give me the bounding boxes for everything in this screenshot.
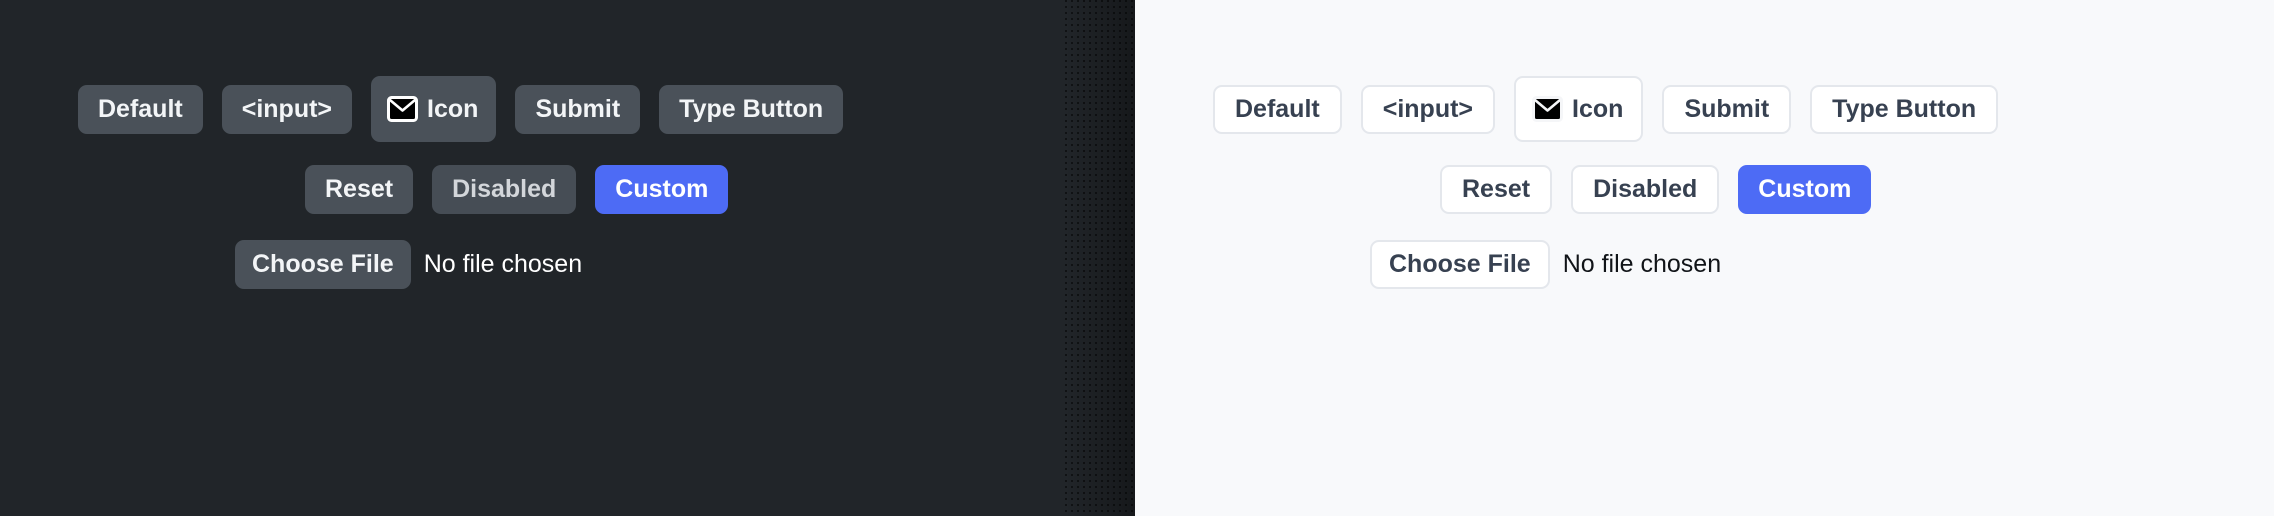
disabled-button: Disabled [1571, 165, 1720, 214]
button-gallery-comparison: Default <input> Icon Submit Type Button … [0, 0, 2274, 516]
custom-button[interactable]: Custom [595, 165, 729, 214]
default-button[interactable]: Default [78, 84, 203, 134]
envelope-icon [387, 96, 419, 122]
file-status-text: No file chosen [1562, 250, 1722, 278]
dark-button-gallery: Default <input> Icon Submit Type Button … [0, 0, 1135, 289]
icon-button[interactable]: Icon [1514, 76, 1644, 142]
submit-button[interactable]: Submit [515, 84, 641, 134]
default-button[interactable]: Default [1213, 84, 1342, 134]
file-status-text: No file chosen [423, 250, 583, 278]
icon-button-label: Icon [1572, 94, 1624, 123]
light-button-row-2: Reset Disabled Custom [1135, 165, 1872, 214]
choose-file-button[interactable]: Choose File [235, 240, 411, 289]
disabled-button: Disabled [432, 165, 577, 214]
dark-file-input-row: Choose File No file chosen [0, 240, 582, 289]
input-button[interactable]: <input> [1360, 84, 1496, 134]
input-button[interactable]: <input> [221, 84, 353, 134]
submit-button[interactable]: Submit [1662, 84, 1792, 134]
light-button-row-1: Default <input> Icon Submit Type Button [1135, 76, 1999, 142]
reset-button[interactable]: Reset [305, 165, 414, 214]
choose-file-button[interactable]: Choose File [1370, 240, 1550, 289]
custom-button[interactable]: Custom [1738, 165, 1872, 214]
dark-button-row-2: Reset Disabled Custom [0, 165, 729, 214]
dark-theme-panel: Default <input> Icon Submit Type Button … [0, 0, 1135, 516]
icon-button[interactable]: Icon [371, 76, 497, 142]
light-file-input-row: Choose File No file chosen [1135, 240, 1721, 289]
envelope-icon [1532, 96, 1564, 122]
dark-button-row-1: Default <input> Icon Submit Type Button [0, 76, 844, 142]
type-button[interactable]: Type Button [659, 84, 844, 134]
light-theme-panel: Default <input> Icon Submit Type Button … [1135, 0, 2274, 516]
icon-button-label: Icon [427, 94, 479, 123]
reset-button[interactable]: Reset [1440, 165, 1553, 214]
light-button-gallery: Default <input> Icon Submit Type Button … [1135, 0, 2274, 289]
type-button[interactable]: Type Button [1810, 84, 1999, 134]
